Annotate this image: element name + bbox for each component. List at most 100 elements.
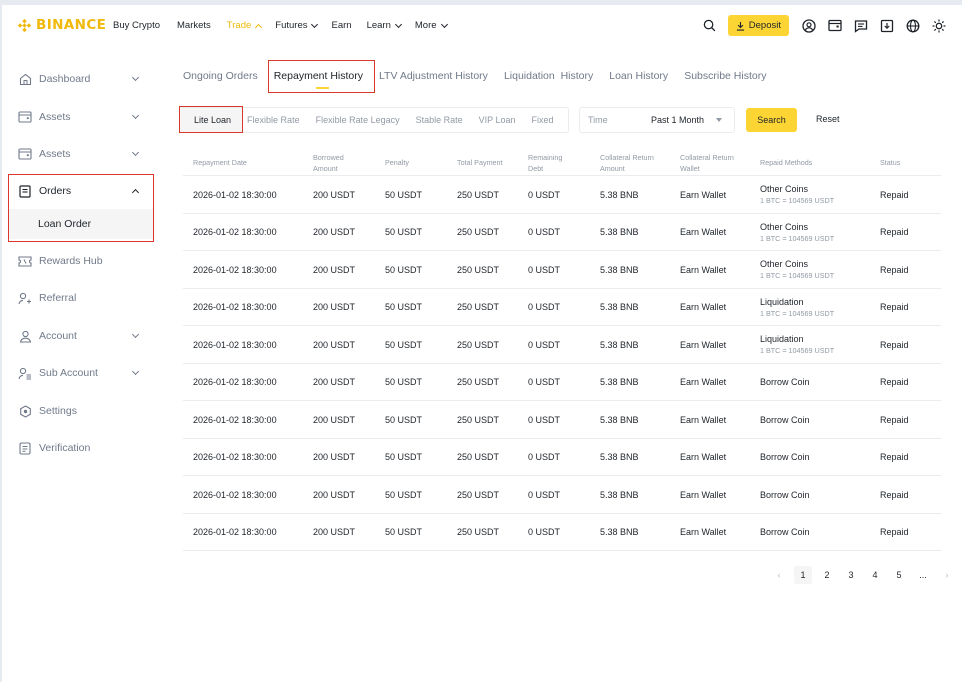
- cell-collateral-amount: 5.38 BNB: [600, 264, 639, 275]
- nav-label: Buy Crypto: [113, 20, 160, 31]
- page-1[interactable]: 1: [794, 566, 812, 584]
- deposit-button[interactable]: Deposit: [727, 15, 789, 36]
- next-page-icon[interactable]: ›: [938, 566, 956, 584]
- repaid-method-cell: Borrow Coin: [760, 514, 810, 551]
- filter-vip-loan[interactable]: VIP Loan: [471, 115, 524, 125]
- cell-borrowed: 200 USDT: [313, 264, 356, 275]
- column-header-text: Borrowed: [313, 153, 344, 162]
- chevron-down-icon: [440, 20, 448, 28]
- cell-total: 250 USDT: [457, 227, 500, 237]
- wallet-icon[interactable]: [827, 18, 843, 34]
- cell-borrowed: 200 USDT: [313, 227, 356, 237]
- nav-trade[interactable]: Trade: [227, 20, 263, 31]
- cell-remaining: 0 USDT: [528, 414, 561, 425]
- tab-ongoing-orders[interactable]: Ongoing Orders: [183, 70, 258, 82]
- sidebar-item-sub-account[interactable]: Sub Account: [18, 363, 148, 383]
- repaid-method: Other Coins: [760, 259, 809, 269]
- cell-borrowed: 200 USDT: [313, 339, 356, 350]
- search-button[interactable]: Search: [746, 108, 797, 132]
- filter-stable-rate[interactable]: Stable Rate: [408, 115, 471, 125]
- reset-button[interactable]: Reset: [816, 114, 840, 124]
- repaid-method-rate: 1 BTC = 104569 USDT: [760, 308, 835, 318]
- sidebar-item-dashboard[interactable]: Dashboard: [18, 69, 148, 89]
- cell-total: 250 USDT: [457, 452, 500, 462]
- cell-status: Repaid: [880, 227, 909, 237]
- column-header: Repaid Methods: [760, 157, 812, 168]
- tab-ltv-adjustment-history[interactable]: LTV Adjustment History: [379, 70, 488, 82]
- table-row: 2026-01-02 18:30:00 200 USDT 50 USDT 250 US…: [183, 214, 941, 251]
- cell-status: Repaid: [880, 489, 909, 500]
- sidebar-item-label: Verification: [39, 442, 91, 454]
- sidebar-item-label: Settings: [39, 405, 77, 417]
- page-5[interactable]: 5: [890, 566, 908, 584]
- tab-loan-history[interactable]: Loan History: [609, 70, 668, 82]
- column-header: Remaining Debt: [528, 152, 562, 174]
- cell-wallet: Earn Wallet: [680, 227, 727, 237]
- profile-icon[interactable]: [801, 18, 817, 34]
- table-row: 2026-01-02 18:30:00 200 USDT 50 USDT 250 US…: [183, 326, 941, 364]
- filter-fixed[interactable]: Fixed: [524, 115, 562, 125]
- sidebar-item-label: Dashboard: [39, 73, 91, 85]
- column-header: Collateral Return Wallet: [680, 152, 734, 174]
- nav-futures[interactable]: Futures: [275, 20, 319, 31]
- sidebar-item-referral[interactable]: Referral: [18, 288, 148, 308]
- tab-liquidation-history[interactable]: Liquidation History: [504, 70, 593, 82]
- sidebar-item-settings[interactable]: Settings: [18, 401, 148, 421]
- filter-flexible-rate-legacy[interactable]: Flexible Rate Legacy: [308, 115, 408, 125]
- sidebar-item-assets[interactable]: Assets: [18, 107, 148, 127]
- table-row: 2026-01-02 18:30:00 200 USDT 50 USDT 250 US…: [183, 364, 941, 401]
- theme-toggle-icon[interactable]: [931, 18, 947, 34]
- cell-penalty: 50 USDT: [385, 227, 423, 237]
- search-icon[interactable]: [702, 18, 718, 34]
- repaid-method-cell: Other Coins 1 BTC = 104569 USDT: [760, 251, 834, 288]
- chevron-down-icon: [130, 111, 140, 124]
- column-header: Status: [880, 157, 900, 168]
- cell-wallet: Earn Wallet: [680, 339, 727, 350]
- sidebar-item-verification[interactable]: Verification: [18, 438, 148, 458]
- cell-wallet: Earn Wallet: [680, 264, 727, 275]
- sidebar-item-account[interactable]: Account: [18, 326, 148, 346]
- time-range-select[interactable]: Time Past 1 Month: [579, 107, 735, 133]
- nav-learn[interactable]: Learn: [367, 20, 403, 31]
- page-2[interactable]: 2: [818, 566, 836, 584]
- column-header-text: Wallet: [680, 164, 700, 173]
- page-3[interactable]: 3: [842, 566, 860, 584]
- cell-remaining: 0 USDT: [528, 189, 561, 200]
- highlight-lite-loan: [179, 106, 243, 133]
- sidebar-item-rewards-hub[interactable]: Rewards Hub: [18, 251, 148, 271]
- cell-wallet: Earn Wallet: [680, 189, 727, 200]
- page-4[interactable]: 4: [866, 566, 884, 584]
- column-header-text: Amount: [313, 164, 338, 173]
- caret-down-icon: [716, 118, 722, 122]
- column-header-text: Repayment Date: [193, 158, 247, 167]
- nav-more[interactable]: More: [415, 20, 449, 31]
- ticket-icon: [18, 254, 32, 268]
- globe-icon[interactable]: [905, 18, 921, 34]
- binance-logo[interactable]: BINANCE: [17, 17, 106, 33]
- main-nav: Buy Crypto Markets Trade Futures Earn Le…: [113, 20, 449, 31]
- table-row: 2026-01-02 18:30:00 200 USDT 50 USDT 250 US…: [183, 176, 941, 214]
- cell-collateral-amount: 5.38 BNB: [600, 414, 639, 425]
- repaid-method: Liquidation: [760, 334, 804, 344]
- cell-penalty: 50 USDT: [385, 264, 423, 275]
- sidebar-item-assets-2[interactable]: Assets: [18, 144, 148, 164]
- home-icon: [18, 72, 32, 86]
- cell-collateral-amount: 5.38 BNB: [600, 377, 639, 387]
- nav-buy-crypto[interactable]: Buy Crypto: [113, 20, 160, 31]
- cell-status: Repaid: [880, 264, 909, 275]
- cell-date: 2026-01-02 18:30:00: [193, 302, 277, 312]
- wallet-icon: [18, 110, 32, 124]
- column-header-text: Debt: [528, 164, 544, 173]
- messages-icon[interactable]: [853, 18, 869, 34]
- cell-date: 2026-01-02 18:30:00: [193, 264, 277, 275]
- cell-collateral-amount: 5.38 BNB: [600, 339, 639, 350]
- column-header: Borrowed Amount: [313, 152, 344, 174]
- document-icon: [18, 441, 32, 455]
- filter-flexible-rate[interactable]: Flexible Rate: [242, 115, 308, 125]
- download-app-icon[interactable]: [879, 18, 895, 34]
- tab-subscribe-history[interactable]: Subscribe History: [684, 70, 766, 82]
- nav-earn[interactable]: Earn: [331, 20, 351, 31]
- repaid-method-rate: 1 BTC = 104569 USDT: [760, 233, 835, 243]
- nav-markets[interactable]: Markets: [177, 20, 211, 31]
- prev-page-icon[interactable]: ‹: [770, 566, 788, 584]
